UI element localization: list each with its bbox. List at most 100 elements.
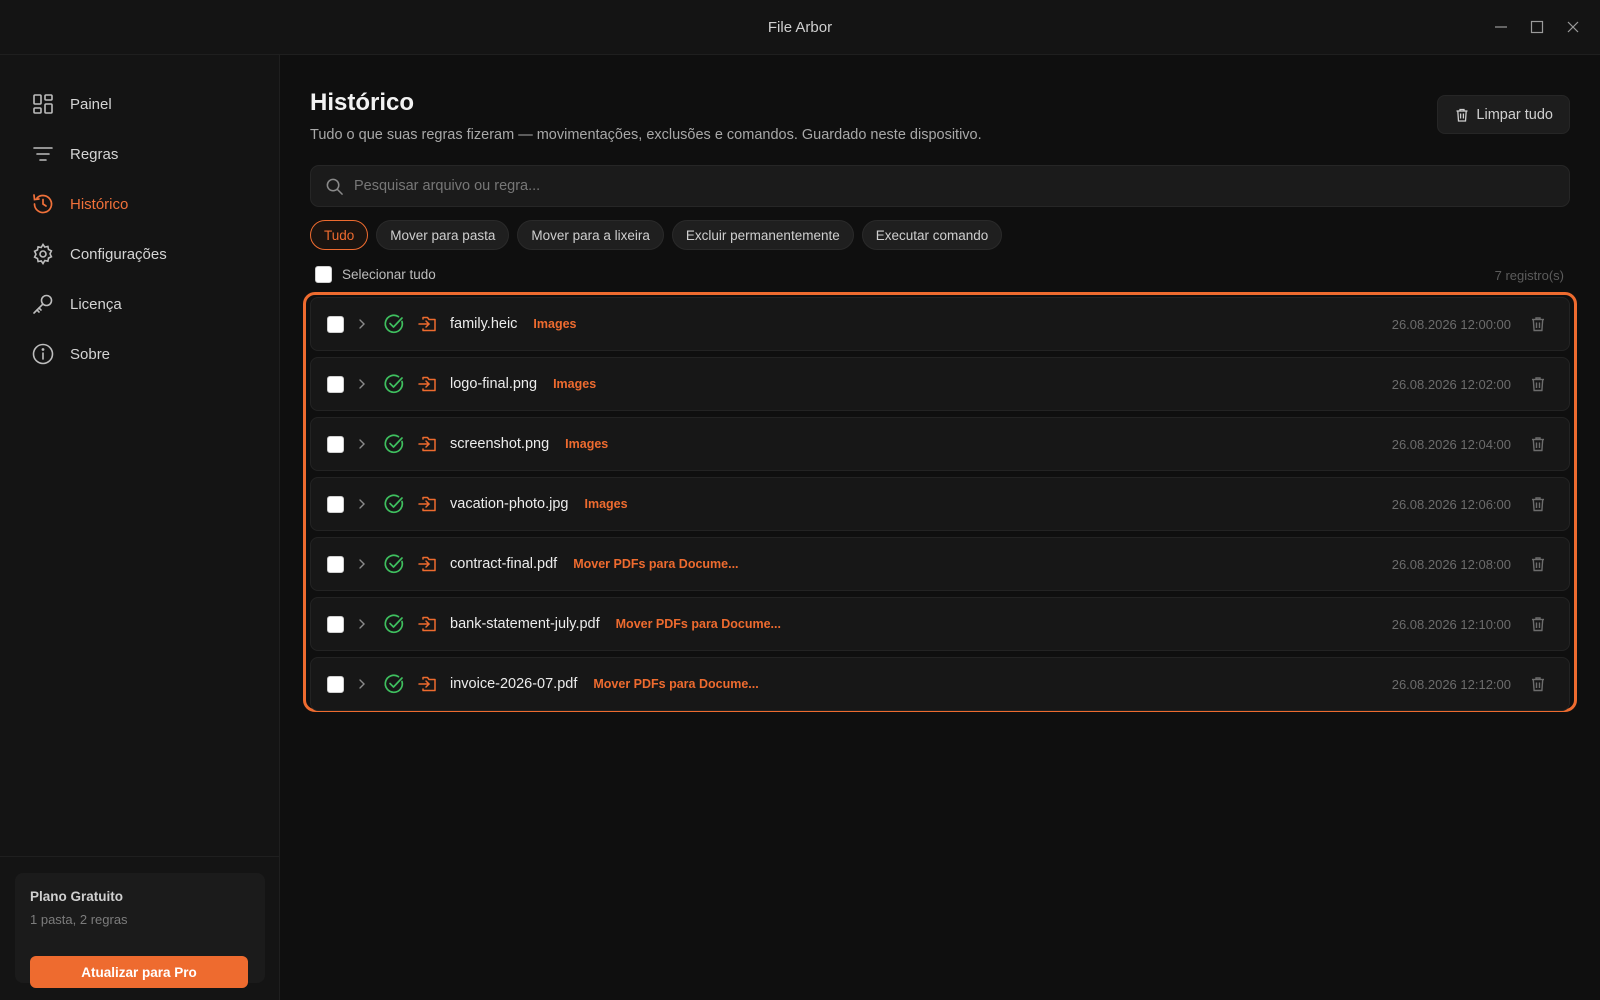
sidebar-nav: Painel Regras Histórico Configurações Li… <box>0 55 279 379</box>
window-title: File Arbor <box>767 18 833 36</box>
expand-chevron-icon[interactable] <box>356 617 370 631</box>
sidebar-item-painel[interactable]: Painel <box>0 79 279 129</box>
minimize-button[interactable] <box>1488 14 1514 40</box>
record-rule[interactable]: Images <box>585 497 628 511</box>
success-check-icon <box>383 373 405 395</box>
select-all[interactable]: Selecionar tudo <box>315 266 436 283</box>
expand-chevron-icon[interactable] <box>356 437 370 451</box>
sidebar-item-label: Regras <box>70 145 119 163</box>
record-row[interactable]: vacation-photo.jpg Images 26.08.2026 12:06… <box>310 477 1570 531</box>
sidebar-item-regras[interactable]: Regras <box>0 129 279 179</box>
delete-record-trash-icon[interactable] <box>1529 315 1547 333</box>
record-row[interactable]: contract-final.pdf Mover PDFs para Docume… <box>310 537 1570 591</box>
record-timestamp: 26.08.2026 12:04:00 <box>1391 436 1511 452</box>
success-check-icon <box>383 553 405 575</box>
maximize-icon <box>1530 20 1544 34</box>
sidebar-item-label: Sobre <box>70 345 111 363</box>
search-input[interactable] <box>354 178 1554 194</box>
plan-card: Plano Gratuito 1 pasta, 2 regras Atualiz… <box>15 873 265 988</box>
record-row[interactable]: logo-final.png Images 26.08.2026 12:02:00 <box>310 357 1570 411</box>
select-all-checkbox[interactable] <box>315 266 332 283</box>
filter-chips: Tudo Mover para pasta Mover para a lixei… <box>310 220 1003 250</box>
record-checkbox[interactable] <box>327 555 344 573</box>
move-to-folder-icon <box>417 314 437 334</box>
sidebar-item-label: Licença <box>70 295 122 313</box>
record-timestamp: 26.08.2026 12:06:00 <box>1391 496 1511 512</box>
filter-chip-mover-para-pasta[interactable]: Mover para pasta <box>376 220 510 250</box>
history-icon <box>30 191 56 217</box>
trash-icon <box>1456 108 1468 122</box>
sidebar-item-configuracoes[interactable]: Configurações <box>0 229 279 279</box>
delete-record-trash-icon[interactable] <box>1529 675 1547 693</box>
filter-chip-tudo[interactable]: Tudo <box>310 220 369 250</box>
record-checkbox[interactable] <box>327 315 344 333</box>
expand-chevron-icon[interactable] <box>356 677 370 691</box>
success-check-icon <box>383 433 405 455</box>
success-check-icon <box>383 313 405 335</box>
filter-chip-excluir-permanentemente[interactable]: Excluir permanentemente <box>671 220 854 250</box>
move-to-folder-icon <box>417 614 437 634</box>
title-bar: File Arbor <box>0 0 1600 55</box>
clear-all-button[interactable]: Limpar tudo <box>1437 95 1570 134</box>
record-rule[interactable]: Images <box>565 437 608 451</box>
record-checkbox[interactable] <box>327 435 344 453</box>
record-checkbox[interactable] <box>327 495 344 513</box>
main-content: Histórico Tudo o que suas regras fizeram… <box>280 55 1600 1000</box>
expand-chevron-icon[interactable] <box>356 497 370 511</box>
sidebar-item-licenca[interactable]: Licença <box>0 279 279 329</box>
close-button[interactable] <box>1560 14 1586 40</box>
success-check-icon <box>383 493 405 515</box>
record-rule[interactable]: Mover PDFs para Docume... <box>616 617 781 631</box>
move-to-folder-icon <box>417 374 437 394</box>
records-list: family.heic Images 26.08.2026 12:00:00 logo… <box>310 297 1570 717</box>
sidebar-item-label: Histórico <box>70 195 129 213</box>
delete-record-trash-icon[interactable] <box>1529 495 1547 513</box>
delete-record-trash-icon[interactable] <box>1529 435 1547 453</box>
gear-icon <box>30 241 56 267</box>
expand-chevron-icon[interactable] <box>356 317 370 331</box>
sidebar-item-label: Painel <box>70 95 112 113</box>
record-rule[interactable]: Mover PDFs para Docume... <box>593 677 758 691</box>
success-check-icon <box>383 613 405 635</box>
search-bar <box>310 165 1570 207</box>
record-rule[interactable]: Images <box>553 377 596 391</box>
record-count: 7 registro(s) <box>1494 268 1564 283</box>
upgrade-button[interactable]: Atualizar para Pro <box>30 956 248 988</box>
sidebar-item-sobre[interactable]: Sobre <box>0 329 279 379</box>
record-checkbox[interactable] <box>327 675 344 693</box>
record-row[interactable]: invoice-2026-07.pdf Mover PDFs para Docum… <box>310 657 1570 711</box>
record-filename: vacation-photo.jpg <box>450 496 569 512</box>
move-to-folder-icon <box>417 554 437 574</box>
filter-icon <box>30 141 56 167</box>
record-row[interactable]: family.heic Images 26.08.2026 12:00:00 <box>310 297 1570 351</box>
record-filename: contract-final.pdf <box>450 556 558 572</box>
delete-record-trash-icon[interactable] <box>1529 375 1547 393</box>
delete-record-trash-icon[interactable] <box>1529 615 1547 633</box>
record-filename: invoice-2026-07.pdf <box>450 676 578 692</box>
record-timestamp: 26.08.2026 12:12:00 <box>1391 676 1511 692</box>
move-to-folder-icon <box>417 434 437 454</box>
plan-title: Plano Gratuito <box>30 889 124 904</box>
record-rule[interactable]: Images <box>533 317 576 331</box>
dashboard-icon <box>30 91 56 117</box>
record-checkbox[interactable] <box>327 375 344 393</box>
record-row[interactable]: screenshot.png Images 26.08.2026 12:04:00 <box>310 417 1570 471</box>
filter-chip-executar-comando[interactable]: Executar comando <box>861 220 1003 250</box>
key-icon <box>30 291 56 317</box>
record-row[interactable]: bank-statement-july.pdf Mover PDFs para D… <box>310 597 1570 651</box>
sidebar: Painel Regras Histórico Configurações Li… <box>0 55 280 1000</box>
plan-limits: 1 pasta, 2 regras <box>30 912 128 927</box>
info-icon <box>30 341 56 367</box>
record-rule[interactable]: Mover PDFs para Docume... <box>573 557 738 571</box>
record-filename: screenshot.png <box>450 436 550 452</box>
maximize-button[interactable] <box>1524 14 1550 40</box>
expand-chevron-icon[interactable] <box>356 377 370 391</box>
move-to-folder-icon <box>417 494 437 514</box>
record-timestamp: 26.08.2026 12:00:00 <box>1391 316 1511 332</box>
filter-chip-mover-para-lixeira[interactable]: Mover para a lixeira <box>517 220 664 250</box>
sidebar-item-historico[interactable]: Histórico <box>0 179 279 229</box>
record-checkbox[interactable] <box>327 615 344 633</box>
clear-all-label: Limpar tudo <box>1476 106 1553 123</box>
expand-chevron-icon[interactable] <box>356 557 370 571</box>
delete-record-trash-icon[interactable] <box>1529 555 1547 573</box>
